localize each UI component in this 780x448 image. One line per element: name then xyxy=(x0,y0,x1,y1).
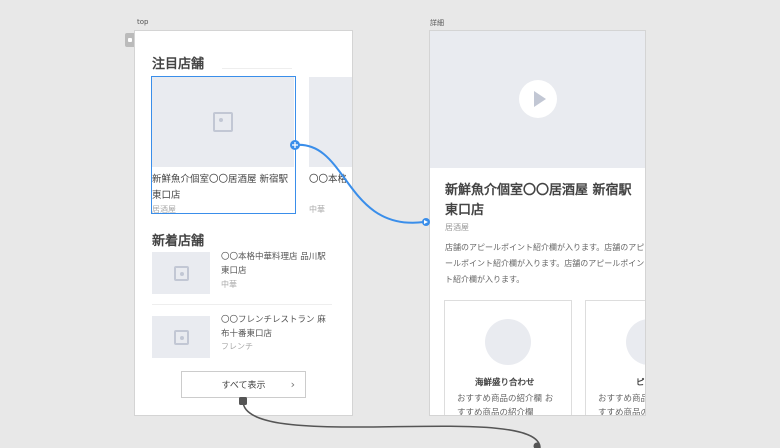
prototype-link-line xyxy=(294,143,425,224)
connector-line xyxy=(242,400,541,448)
connector-handle[interactable] xyxy=(239,397,247,405)
prototype-wires xyxy=(239,140,541,448)
